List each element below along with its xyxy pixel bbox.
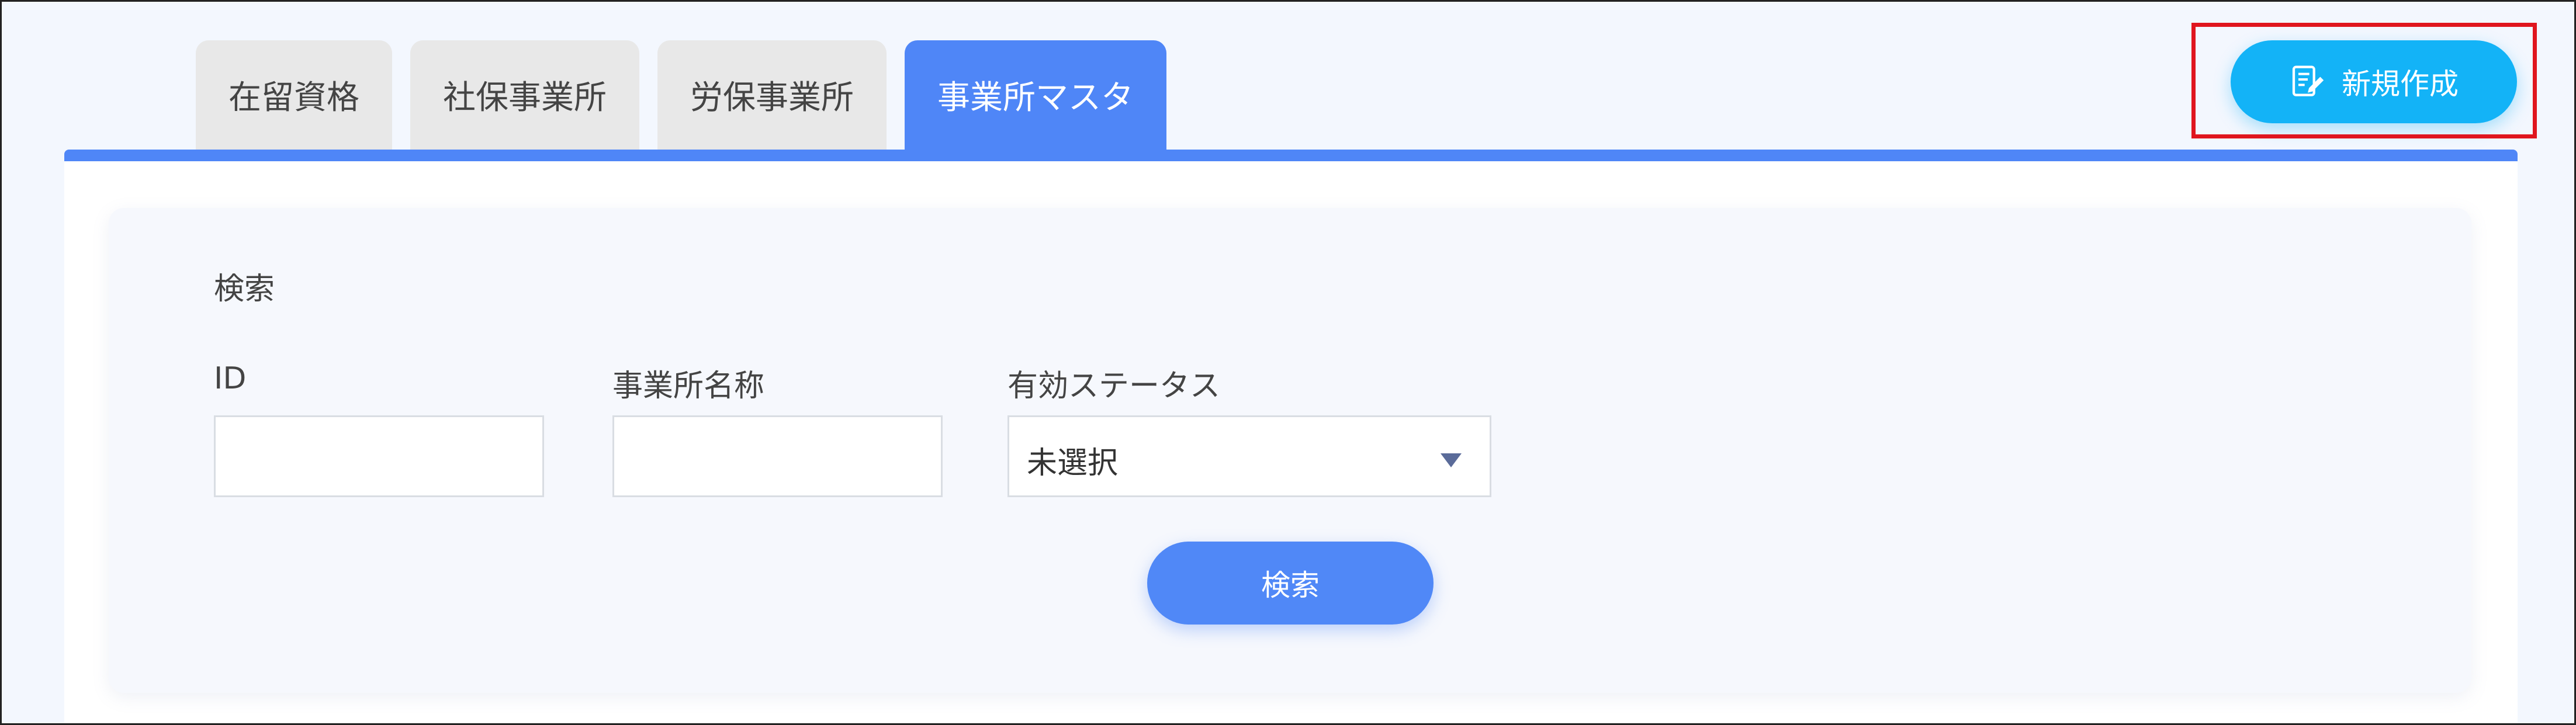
id-label: ID [214, 361, 247, 396]
tab-label: 事業所マスタ [937, 79, 1134, 117]
status-select-value: 未選択 [1027, 446, 1119, 481]
highlight-box [2191, 23, 2537, 138]
caret-down-icon [1441, 453, 1462, 467]
content-panel: 検索 ID 事業所名称 有効ステータス 未選択 検索 [64, 161, 2518, 723]
tab-residence-status[interactable]: 在留資格 [196, 40, 392, 150]
status-select[interactable]: 未選択 [1007, 415, 1491, 497]
id-input[interactable] [214, 415, 544, 497]
search-button[interactable]: 検索 [1147, 542, 1434, 625]
app-frame: 在留資格 社保事業所 労保事業所 事業所マスタ 新規作成 検索 ID 事業所名称… [0, 0, 2576, 725]
tab-underline [64, 150, 2518, 161]
tab-label: 労保事業所 [690, 79, 854, 117]
search-button-label: 検索 [1261, 568, 1320, 602]
office-name-input[interactable] [612, 415, 943, 497]
search-section-title: 検索 [214, 272, 275, 307]
office-name-label: 事業所名称 [612, 369, 765, 404]
tab-labor-insurance-office[interactable]: 労保事業所 [657, 40, 887, 150]
tab-bar: 在留資格 社保事業所 労保事業所 事業所マスタ [196, 40, 1166, 150]
status-label: 有効ステータス [1007, 369, 1221, 404]
tab-label: 在留資格 [228, 79, 359, 117]
tab-office-master[interactable]: 事業所マスタ [905, 40, 1166, 150]
search-card: 検索 ID 事業所名称 有効ステータス 未選択 検索 [109, 208, 2471, 693]
tab-social-insurance-office[interactable]: 社保事業所 [410, 40, 639, 150]
tab-label: 社保事業所 [443, 79, 607, 117]
